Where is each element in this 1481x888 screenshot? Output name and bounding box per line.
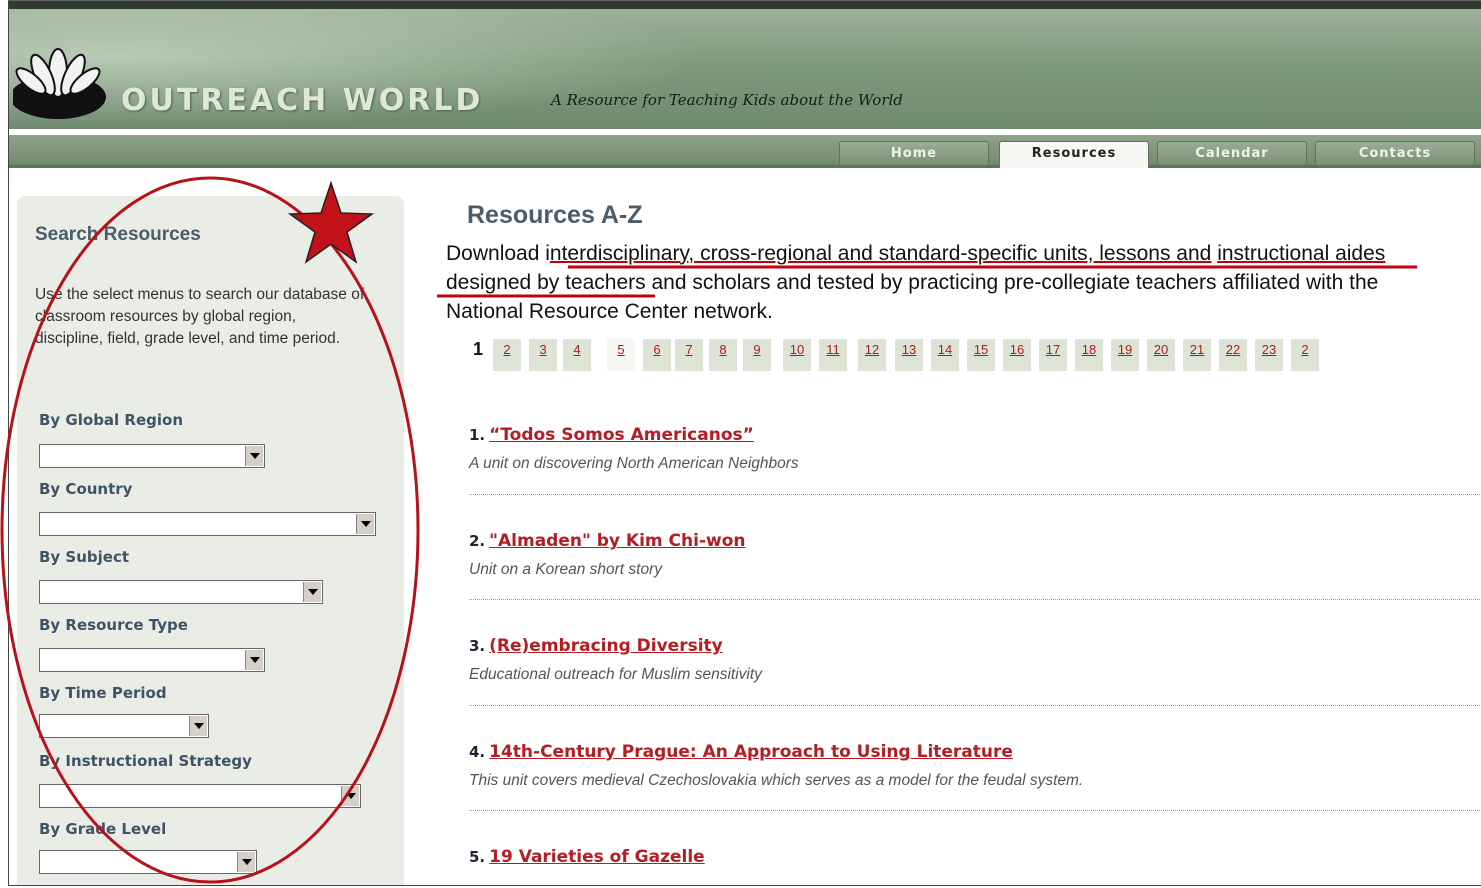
tab-home[interactable]: Home — [839, 141, 989, 165]
page-description: Download interdisciplinary, cross-region… — [446, 239, 1436, 327]
page-link-14[interactable]: 14 — [931, 339, 959, 371]
browser-frame: OUTREACH WORLD A Resource for Teaching K… — [8, 0, 1481, 886]
tab-contacts[interactable]: Contacts — [1315, 141, 1475, 165]
resource-title: 5. 19 Varieties of Gazelle — [469, 847, 1481, 867]
tab-resources[interactable]: Resources — [999, 141, 1149, 168]
instructional-strategy-select[interactable] — [39, 784, 361, 808]
page-link-18[interactable]: 18 — [1075, 339, 1103, 371]
page-link-24-partial[interactable]: 2 — [1291, 339, 1319, 371]
resource-title: 1. “Todos Somos Americanos” — [469, 425, 1481, 445]
tab-resources-label: Resources — [1031, 146, 1117, 161]
site-name[interactable]: OUTREACH WORLD — [121, 83, 483, 118]
tab-home-label: Home — [890, 146, 938, 161]
resource-link[interactable]: (Re)embracing Diversity — [489, 636, 723, 656]
tab-calendar-label: Calendar — [1195, 146, 1269, 161]
chevron-down-icon[interactable] — [245, 650, 263, 670]
grade-level-select[interactable] — [39, 850, 257, 874]
page-link-15[interactable]: 15 — [967, 339, 995, 371]
chevron-down-icon[interactable] — [189, 716, 207, 736]
filter-label-subject: By Subject — [39, 548, 130, 566]
description-suffix: designed by teachers and scholars and te… — [446, 271, 1379, 323]
page-title: Resources A-Z — [467, 201, 643, 229]
page-link-19[interactable]: 19 — [1111, 339, 1139, 371]
chevron-down-icon[interactable] — [237, 852, 255, 872]
page-link-13[interactable]: 13 — [895, 339, 923, 371]
page-link-12[interactable]: 12 — [858, 339, 886, 371]
page-link-10[interactable]: 10 — [783, 339, 811, 371]
resource-description: This unit covers medieval Czechoslovakia… — [469, 772, 1084, 789]
filter-label-country: By Country — [39, 480, 133, 498]
page-link-6[interactable]: 6 — [643, 339, 671, 371]
banner-top-strip — [9, 1, 1481, 9]
page-link-4[interactable]: 4 — [563, 339, 591, 371]
description-highlight-2: instructional aides — [1217, 242, 1386, 265]
resource-title: 2. "Almaden" by Kim Chi-won — [469, 531, 1481, 551]
pagination-current-page: 1 — [473, 339, 484, 359]
page-link-16[interactable]: 16 — [1003, 339, 1031, 371]
list-item: 3. (Re)embracing Diversity Educational ou… — [469, 636, 1481, 684]
page-link-22[interactable]: 22 — [1219, 339, 1247, 371]
time-period-select[interactable] — [39, 714, 209, 738]
description-prefix: Download i — [446, 242, 550, 265]
resource-title: 3. (Re)embracing Diversity — [469, 636, 1481, 656]
filter-label-resource-type: By Resource Type — [39, 616, 188, 634]
resource-link[interactable]: “Todos Somos Americanos” — [489, 425, 754, 445]
chevron-down-icon[interactable] — [356, 514, 374, 534]
filter-label-time-period: By Time Period — [39, 684, 167, 702]
chevron-down-icon[interactable] — [341, 786, 359, 806]
page-link-7[interactable]: 7 — [675, 339, 703, 371]
resource-description: Educational outreach for Muslim sensitiv… — [469, 666, 762, 683]
page-link-2[interactable]: 2 — [493, 339, 521, 371]
subject-select[interactable] — [39, 580, 323, 604]
divider — [469, 810, 1481, 811]
resource-description: A unit on discovering North American Nei… — [469, 455, 799, 472]
resource-number: 2. — [469, 532, 486, 550]
page-link-8[interactable]: 8 — [709, 339, 737, 371]
list-item: 1. “Todos Somos Americanos” A unit on dis… — [469, 425, 1481, 473]
resource-title: 4. 14th-Century Prague: An Approach to Us… — [469, 742, 1481, 762]
page-link-9[interactable]: 9 — [743, 339, 771, 371]
resource-link[interactable]: 19 Varieties of Gazelle — [489, 847, 705, 867]
filter-label-grade-level: By Grade Level — [39, 820, 167, 838]
lotus-logo-icon[interactable] — [13, 35, 113, 125]
resource-type-select[interactable] — [39, 648, 265, 672]
list-item: 4. 14th-Century Prague: An Approach to Us… — [469, 742, 1481, 790]
page-link-5[interactable]: 5 — [607, 339, 635, 371]
pagination: 1 2 3 4 5 6 7 8 9 10 11 12 13 14 15 16 1… — [473, 339, 1481, 371]
page-link-23[interactable]: 23 — [1255, 339, 1283, 371]
chevron-down-icon[interactable] — [303, 582, 321, 602]
page-link-17[interactable]: 17 — [1039, 339, 1067, 371]
filter-label-global-region: By Global Region — [39, 411, 184, 429]
divider — [469, 599, 1481, 600]
resource-link[interactable]: "Almaden" by Kim Chi-won — [489, 531, 745, 551]
description-highlight-1: nterdisciplinary, cross-regional and sta… — [549, 242, 1212, 265]
sidebar-description: Use the select menus to search our datab… — [35, 286, 365, 347]
global-region-select[interactable] — [39, 444, 265, 468]
resource-number: 5. — [469, 848, 486, 866]
resource-link[interactable]: 14th-Century Prague: An Approach to Usin… — [489, 742, 1013, 762]
tab-calendar[interactable]: Calendar — [1157, 141, 1307, 165]
resource-number: 3. — [469, 637, 486, 655]
site-tagline: A Resource for Teaching Kids about the W… — [551, 91, 903, 109]
resource-number: 1. — [469, 426, 486, 444]
page-link-21[interactable]: 21 — [1183, 339, 1211, 371]
divider — [469, 494, 1481, 495]
filter-label-instructional-strategy: By Instructional Strategy — [39, 752, 252, 770]
resource-number: 4. — [469, 743, 486, 761]
list-item: 2. "Almaden" by Kim Chi-won Unit on a Kor… — [469, 531, 1481, 579]
chevron-down-icon[interactable] — [245, 446, 263, 466]
page-link-3[interactable]: 3 — [529, 339, 557, 371]
country-select[interactable] — [39, 512, 376, 536]
page-link-11[interactable]: 11 — [819, 339, 847, 371]
page-link-20[interactable]: 20 — [1147, 339, 1175, 371]
tab-contacts-label: Contacts — [1358, 146, 1432, 161]
divider — [469, 705, 1481, 706]
search-sidebar: Search Resources Use the select menus to… — [17, 196, 404, 885]
list-item: 5. 19 Varieties of Gazelle — [469, 847, 1481, 877]
sidebar-title: Search Resources — [35, 224, 201, 245]
resource-description: Unit on a Korean short story — [469, 561, 662, 578]
